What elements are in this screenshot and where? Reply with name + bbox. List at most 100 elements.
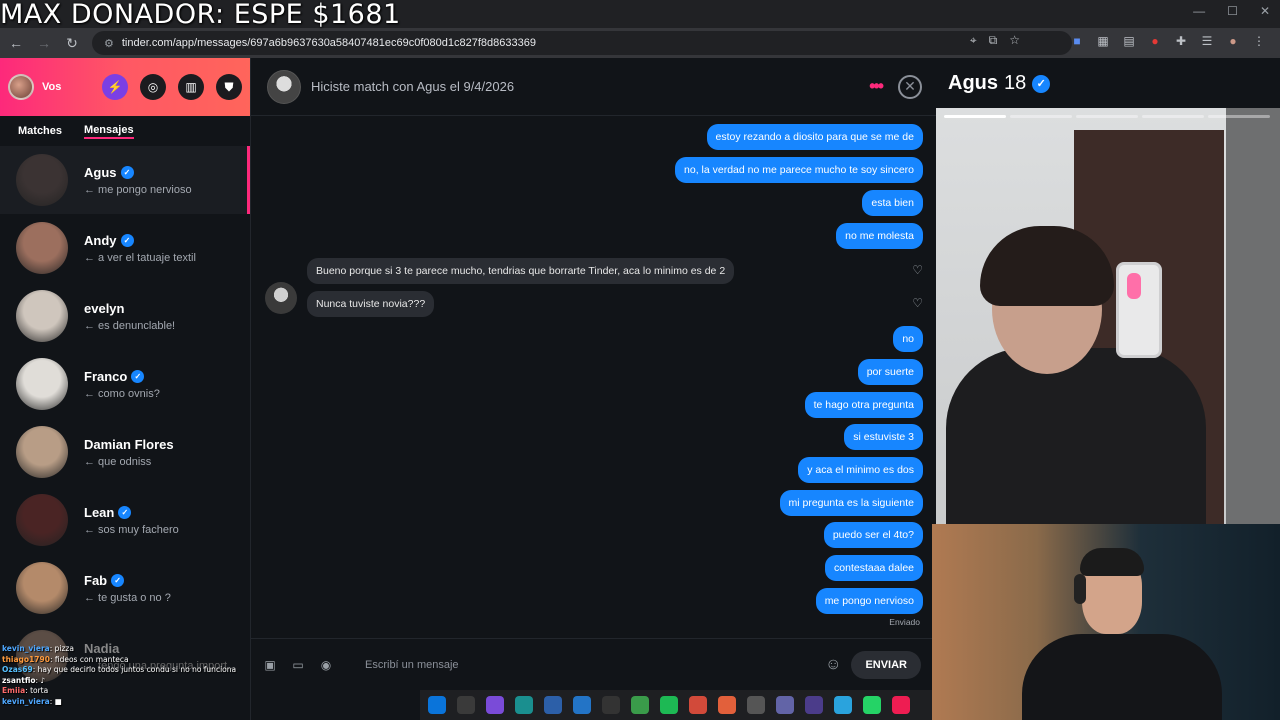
conversation-item[interactable]: Damian Flores ← que odniss bbox=[0, 418, 250, 486]
tab-mensajes[interactable]: Mensajes bbox=[84, 124, 134, 139]
conversation-avatar[interactable] bbox=[16, 154, 68, 206]
whatsapp-icon[interactable] bbox=[863, 696, 881, 714]
telegram-icon[interactable] bbox=[834, 696, 852, 714]
spotify-icon[interactable]: ◉ bbox=[317, 658, 335, 672]
briefcase-icon[interactable]: ▥ bbox=[178, 74, 204, 100]
photo-bar[interactable] bbox=[944, 115, 1006, 118]
header-icons: ⚡ ◎ ▥ ⛊ bbox=[102, 74, 242, 100]
extension-icon[interactable]: ▦ bbox=[1096, 34, 1110, 48]
conversation-avatar[interactable] bbox=[16, 494, 68, 546]
match-avatar[interactable] bbox=[267, 69, 301, 104]
vscode-icon[interactable] bbox=[573, 696, 591, 714]
photo-bar[interactable] bbox=[1076, 115, 1138, 118]
explore-compass-icon[interactable]: ◎ bbox=[140, 74, 166, 100]
photo-bar[interactable] bbox=[1010, 115, 1072, 118]
my-avatar[interactable] bbox=[8, 74, 34, 100]
conversation-avatar[interactable] bbox=[16, 222, 68, 274]
conversation-avatar[interactable] bbox=[16, 358, 68, 410]
sent-message[interactable]: mi pregunta es la siguiente bbox=[779, 490, 923, 516]
close-chat-icon[interactable]: ✕ bbox=[898, 74, 922, 99]
translate-icon[interactable]: ■ bbox=[1070, 34, 1084, 48]
puzzle-icon[interactable]: ✚ bbox=[1174, 34, 1188, 48]
brave-icon[interactable] bbox=[718, 696, 736, 714]
gif-icon[interactable]: ▭ bbox=[289, 658, 307, 672]
windows-icon[interactable] bbox=[428, 696, 446, 714]
chrome-icon[interactable] bbox=[631, 696, 649, 714]
maximize-icon[interactable]: ☐ bbox=[1227, 4, 1238, 18]
stream-chat-user: Ozas69 bbox=[2, 665, 33, 674]
received-message-avatar[interactable] bbox=[265, 282, 297, 314]
media-icon[interactable]: ☰ bbox=[1200, 34, 1214, 48]
close-window-icon[interactable]: ✕ bbox=[1260, 4, 1270, 18]
sent-message[interactable]: esta bien bbox=[862, 190, 923, 216]
conversation-avatar[interactable] bbox=[16, 562, 68, 614]
like-heart-icon[interactable]: ♡ bbox=[912, 296, 923, 310]
contact-card-icon[interactable]: ▣ bbox=[261, 658, 279, 672]
conversation-item[interactable]: Fab ✓ ← te gusta o no ? bbox=[0, 554, 250, 622]
send-button[interactable]: ENVIAR bbox=[851, 650, 921, 679]
like-heart-icon[interactable]: ♡ bbox=[912, 263, 923, 277]
sent-message[interactable]: puedo ser el 4to? bbox=[823, 522, 923, 548]
my-profile-label[interactable]: Vos bbox=[42, 81, 61, 93]
sent-message[interactable]: no, la verdad no me parece mucho te soy … bbox=[675, 157, 923, 183]
app-icon[interactable] bbox=[747, 696, 765, 714]
profile-photo[interactable] bbox=[936, 108, 1280, 524]
bookmark-star-icon[interactable]: ☆ bbox=[1009, 33, 1020, 48]
url-text[interactable]: tinder.com/app/messages/697a6b9637630a58… bbox=[122, 37, 536, 49]
received-message[interactable]: Bueno porque si 3 te parece mucho, tendr… bbox=[307, 258, 735, 284]
site-info-icon[interactable]: ⚙ bbox=[104, 37, 114, 50]
more-options-icon[interactable]: ••• bbox=[869, 76, 884, 97]
boost-bolt-icon[interactable]: ⚡ bbox=[102, 74, 128, 100]
conversation-name-row: Damian Flores bbox=[84, 437, 174, 452]
sidebar-header: Vos ⚡ ◎ ▥ ⛊ bbox=[0, 58, 250, 116]
location-icon[interactable]: ⌖ bbox=[970, 33, 977, 48]
spotify-icon[interactable] bbox=[660, 696, 678, 714]
conversation-item[interactable]: Franco ✓ ← como ovnis? bbox=[0, 350, 250, 418]
back-icon[interactable]: ← bbox=[4, 35, 28, 51]
received-message[interactable]: Nunca tuviste novia??? bbox=[307, 291, 435, 317]
circle-app-icon[interactable] bbox=[805, 696, 823, 714]
conversation-avatar[interactable] bbox=[16, 290, 68, 342]
teams-icon[interactable] bbox=[776, 696, 794, 714]
tab-matches[interactable]: Matches bbox=[18, 125, 62, 137]
extension-icons: ■ ▦ ▤ ● ✚ ☰ ● ⋮ bbox=[1070, 34, 1266, 48]
minimize-icon[interactable]: — bbox=[1193, 4, 1205, 18]
file-explorer-icon[interactable] bbox=[457, 696, 475, 714]
sent-message[interactable]: contestaaa dalee bbox=[825, 555, 923, 581]
tiktok-icon[interactable] bbox=[892, 696, 910, 714]
sent-message[interactable]: por suerte bbox=[857, 359, 923, 385]
profile-icon[interactable]: ● bbox=[1226, 34, 1240, 48]
sent-message[interactable]: si estuviste 3 bbox=[844, 424, 923, 450]
conversation-last-message: ← a ver el tatuaje textil bbox=[84, 251, 196, 264]
forward-icon[interactable]: → bbox=[32, 35, 56, 51]
address-bar[interactable]: ⚙ tinder.com/app/messages/697a6b9637630a… bbox=[92, 31, 1072, 55]
conversation-item[interactable]: evelyn ← es denunclable! bbox=[0, 282, 250, 350]
extension-icon-2[interactable]: ▤ bbox=[1122, 34, 1136, 48]
message-input[interactable]: Escribí un mensaje bbox=[365, 659, 825, 671]
shield-icon[interactable]: ⛊ bbox=[216, 74, 242, 100]
sent-message[interactable]: te hago otra pregunta bbox=[804, 392, 923, 418]
copilot-icon[interactable] bbox=[486, 696, 504, 714]
photo-bar[interactable] bbox=[1208, 115, 1270, 118]
menu-icon[interactable]: ⋮ bbox=[1252, 34, 1266, 48]
conversation-avatar[interactable] bbox=[16, 426, 68, 478]
photo-frame bbox=[1226, 108, 1280, 524]
record-icon[interactable]: ● bbox=[1148, 34, 1162, 48]
sent-message[interactable]: me pongo nervioso bbox=[815, 588, 923, 614]
edge-icon[interactable] bbox=[515, 696, 533, 714]
streamer-webcam bbox=[932, 524, 1280, 720]
sent-message[interactable]: y aca el minimo es dos bbox=[798, 457, 923, 483]
obs-icon[interactable] bbox=[602, 696, 620, 714]
conversation-item[interactable]: Lean ✓ ← sos muy fachero bbox=[0, 486, 250, 554]
chrome-profile-icon[interactable] bbox=[689, 696, 707, 714]
conversation-item[interactable]: Agus ✓ ← me pongo nervioso bbox=[0, 146, 250, 214]
photo-bar[interactable] bbox=[1142, 115, 1204, 118]
sent-message[interactable]: no bbox=[893, 326, 923, 352]
reload-icon[interactable]: ↻ bbox=[60, 35, 84, 52]
sent-message[interactable]: no me molesta bbox=[836, 223, 923, 249]
conversation-item[interactable]: Andy ✓ ← a ver el tatuaje textil bbox=[0, 214, 250, 282]
emoji-icon[interactable]: ☺ bbox=[825, 656, 841, 674]
sent-message[interactable]: estoy rezando a diosito para que se me d… bbox=[706, 124, 923, 150]
store-icon[interactable] bbox=[544, 696, 562, 714]
cast-icon[interactable]: ⧉ bbox=[989, 33, 998, 48]
